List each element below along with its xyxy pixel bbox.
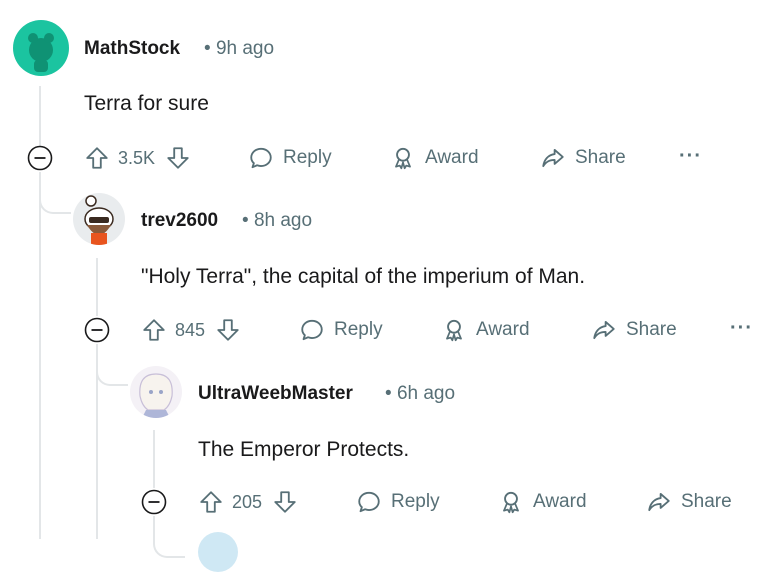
thread-elbow-4 — [153, 516, 185, 558]
collapse-thread-icon[interactable] — [141, 489, 167, 515]
comment-body: "Holy Terra", the capital of the imperiu… — [141, 265, 586, 288]
vote-count: 845 — [175, 319, 206, 340]
award-button[interactable]: Award — [498, 485, 587, 519]
award-label: Award — [425, 147, 479, 168]
vote-controls: 205 — [198, 485, 298, 519]
share-label: Share — [681, 491, 732, 512]
collapse-thread-icon[interactable] — [84, 317, 110, 343]
avatar[interactable] — [13, 20, 69, 76]
upvote-icon[interactable] — [141, 317, 167, 343]
comment-body: The Emperor Protects. — [198, 438, 410, 461]
thread-line-1b[interactable] — [39, 172, 41, 539]
award-label: Award — [476, 319, 530, 340]
separator-dot: • — [242, 210, 249, 231]
reply-label: Reply — [334, 319, 383, 340]
award-button[interactable]: Award — [441, 313, 530, 347]
timestamp[interactable]: 9h ago — [216, 38, 274, 59]
downvote-icon[interactable] — [272, 489, 298, 515]
share-button[interactable]: Share — [591, 313, 677, 347]
thread-line-3[interactable] — [153, 430, 155, 488]
username[interactable]: trev2600 — [141, 210, 218, 232]
vote-count: 205 — [232, 491, 263, 512]
share-button[interactable]: Share — [646, 485, 732, 519]
upvote-icon[interactable] — [198, 489, 224, 515]
thread-line-1[interactable] — [39, 86, 41, 146]
vote-controls: 3.5K — [84, 141, 191, 175]
separator-dot: • — [204, 38, 211, 59]
thread-line-2[interactable] — [96, 258, 98, 316]
timestamp[interactable]: 6h ago — [397, 383, 455, 404]
snoo-avatar-icon — [28, 33, 54, 72]
reply-button[interactable]: Reply — [299, 313, 383, 347]
comment-bubble-icon — [250, 147, 272, 169]
reply-label: Reply — [391, 491, 440, 512]
separator-dot: • — [385, 383, 392, 404]
username[interactable]: UltraWeebMaster — [198, 383, 353, 405]
more-options-button[interactable]: ··· — [730, 317, 753, 340]
award-icon — [395, 147, 411, 170]
reply-button[interactable]: Reply — [248, 141, 332, 175]
award-button[interactable]: Award — [390, 141, 479, 175]
avatar[interactable] — [73, 193, 125, 245]
thread-elbow-2 — [39, 172, 71, 214]
avatar[interactable] — [130, 366, 182, 418]
award-label: Award — [533, 491, 587, 512]
comment-meta: • 8h ago — [242, 210, 312, 232]
collapse-thread-icon[interactable] — [27, 145, 53, 171]
anime-avatar-icon — [139, 373, 173, 418]
share-arrow-icon — [593, 320, 615, 340]
award-icon — [446, 319, 462, 342]
more-options-button[interactable]: ··· — [679, 145, 702, 168]
downvote-icon[interactable] — [165, 145, 191, 171]
comment-bubble-icon — [301, 319, 323, 341]
username[interactable]: MathStock — [84, 38, 180, 60]
share-arrow-icon — [542, 148, 564, 168]
share-arrow-icon — [648, 492, 670, 512]
comment-body: Terra for sure — [84, 92, 209, 115]
snoo-avatar-icon — [84, 195, 114, 245]
share-button[interactable]: Share — [540, 141, 626, 175]
share-label: Share — [575, 147, 626, 168]
share-label: Share — [626, 319, 677, 340]
comment-meta: • 6h ago — [385, 383, 455, 405]
reply-button[interactable]: Reply — [356, 485, 440, 519]
avatar[interactable] — [198, 532, 238, 572]
thread-elbow-3 — [96, 344, 128, 386]
award-icon — [503, 491, 519, 514]
downvote-icon[interactable] — [215, 317, 241, 343]
comment-meta: • 9h ago — [204, 38, 274, 60]
upvote-icon[interactable] — [84, 145, 110, 171]
vote-count: 3.5K — [118, 147, 156, 168]
comment-bubble-icon — [358, 491, 380, 513]
vote-controls: 845 — [141, 313, 241, 347]
reply-label: Reply — [283, 147, 332, 168]
timestamp[interactable]: 8h ago — [254, 210, 312, 231]
